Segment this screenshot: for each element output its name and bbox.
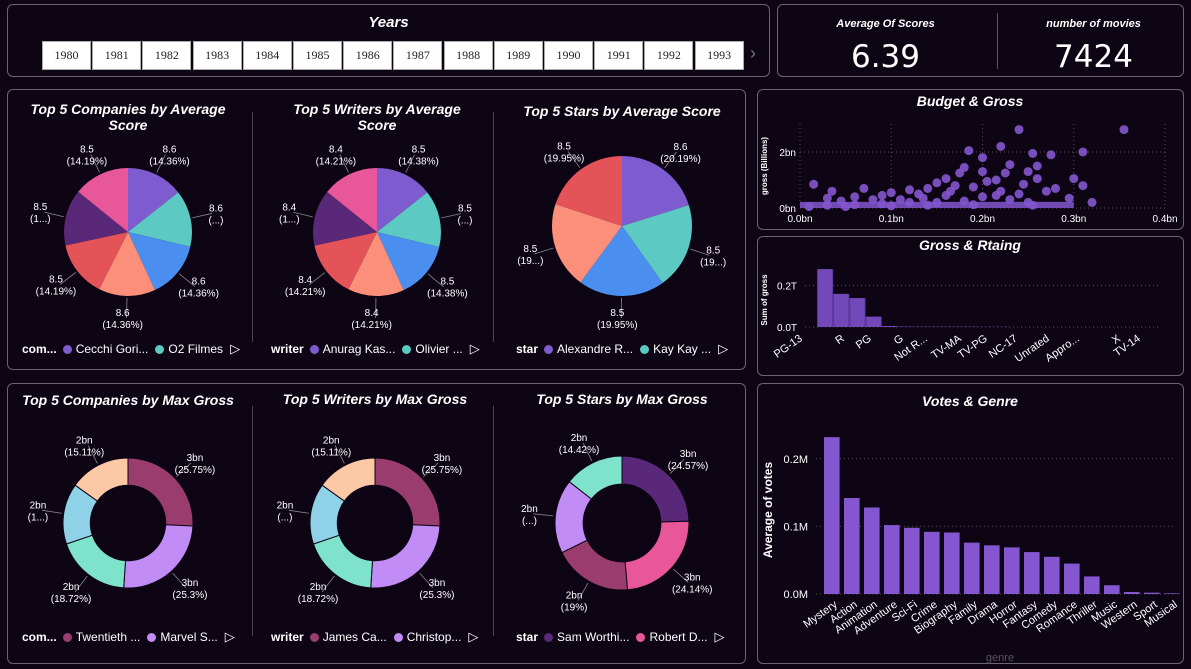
legend-title: com... [22, 342, 57, 356]
legend-item: Christop... [406, 630, 462, 644]
legend-writers-max[interactable]: writer James Ca... Christop... ▷ [271, 629, 478, 645]
movies-count-label: number of movies [1046, 18, 1141, 30]
divider [493, 112, 494, 342]
year-button-1983[interactable]: 1983 [192, 41, 242, 70]
legend-next-icon[interactable]: ▷ [230, 341, 240, 357]
legend-title: com... [22, 630, 57, 644]
legend-item: Cecchi Gori... [75, 342, 149, 356]
legend-stars-avg[interactable]: star Alexandre R... Kay Kay ... ▷ [516, 341, 728, 357]
year-button-1986[interactable]: 1986 [343, 41, 393, 70]
votes-genre-panel [757, 383, 1184, 664]
legend-item: James Ca... [322, 630, 387, 644]
legend-title: writer [271, 630, 304, 644]
year-button-1984[interactable]: 1984 [242, 41, 292, 70]
legend-item: Alexandre R... [557, 342, 634, 356]
legend-item: Olivier ... [415, 342, 463, 356]
legend-item: Robert D... [649, 630, 708, 644]
legend-next-icon[interactable]: ▷ [718, 341, 728, 357]
legend-item: O2 Filmes [168, 342, 224, 356]
year-button-1982[interactable]: 1982 [142, 41, 192, 70]
divider [493, 406, 494, 636]
years-slicer: Years 1980 1981 1982 1983 1984 1985 1986 1987 19… [7, 4, 770, 77]
chevron-right-icon[interactable]: › [750, 43, 756, 64]
legend-writers-avg[interactable]: writer Anurag Kas... Olivier ... ▷ [271, 341, 480, 357]
year-button-1993[interactable]: 1993 [694, 41, 744, 70]
avg-score-value: 6.39 [850, 39, 921, 75]
legend-item: Sam Worthi... [557, 630, 630, 644]
budget-gross-panel [757, 89, 1184, 230]
legend-next-icon[interactable]: ▷ [470, 341, 480, 357]
legend-title: star [516, 342, 539, 356]
legend-companies-avg[interactable]: com... Cecchi Gori... O2 Filmes ▷ [22, 341, 240, 357]
legend-item: Twentieth ... [75, 630, 141, 644]
movies-count-value: 7424 [1054, 39, 1133, 75]
average-score-pies-panel [7, 89, 746, 370]
years-slicer-title: Years [368, 14, 409, 31]
year-button-1989[interactable]: 1989 [493, 41, 543, 70]
year-button-1990[interactable]: 1990 [544, 41, 593, 70]
year-button-1985[interactable]: 1985 [293, 41, 342, 70]
legend-item: Marvel S... [160, 630, 218, 644]
legend-title: star [516, 630, 539, 644]
year-button-1992[interactable]: 1992 [644, 41, 694, 70]
max-gross-donuts-panel [7, 383, 746, 664]
avg-score-label: Average Of Scores [836, 18, 935, 30]
year-button-1980[interactable]: 1980 [42, 41, 91, 70]
year-button-1988[interactable]: 1988 [443, 41, 493, 70]
gross-rating-panel [757, 236, 1184, 376]
legend-next-icon[interactable]: ▷ [468, 629, 478, 645]
legend-stars-max[interactable]: star Sam Worthi... Robert D... ▷ [516, 629, 725, 645]
kpi-divider [997, 13, 998, 69]
legend-companies-max[interactable]: com... Twentieth ... Marvel S... ▷ [22, 629, 235, 645]
legend-item: Anurag Kas... [322, 342, 396, 356]
legend-title: writer [271, 342, 304, 356]
legend-next-icon[interactable]: ▷ [225, 629, 235, 645]
divider [252, 112, 253, 342]
kpi-cards: Average Of Scores 6.39 number of movies … [777, 4, 1184, 77]
year-button-1987[interactable]: 1987 [393, 41, 443, 70]
legend-next-icon[interactable]: ▷ [715, 629, 725, 645]
year-button-1981[interactable]: 1981 [92, 41, 142, 70]
year-button-1991[interactable]: 1991 [594, 41, 644, 70]
divider [252, 406, 253, 636]
legend-item: Kay Kay ... [653, 342, 712, 356]
